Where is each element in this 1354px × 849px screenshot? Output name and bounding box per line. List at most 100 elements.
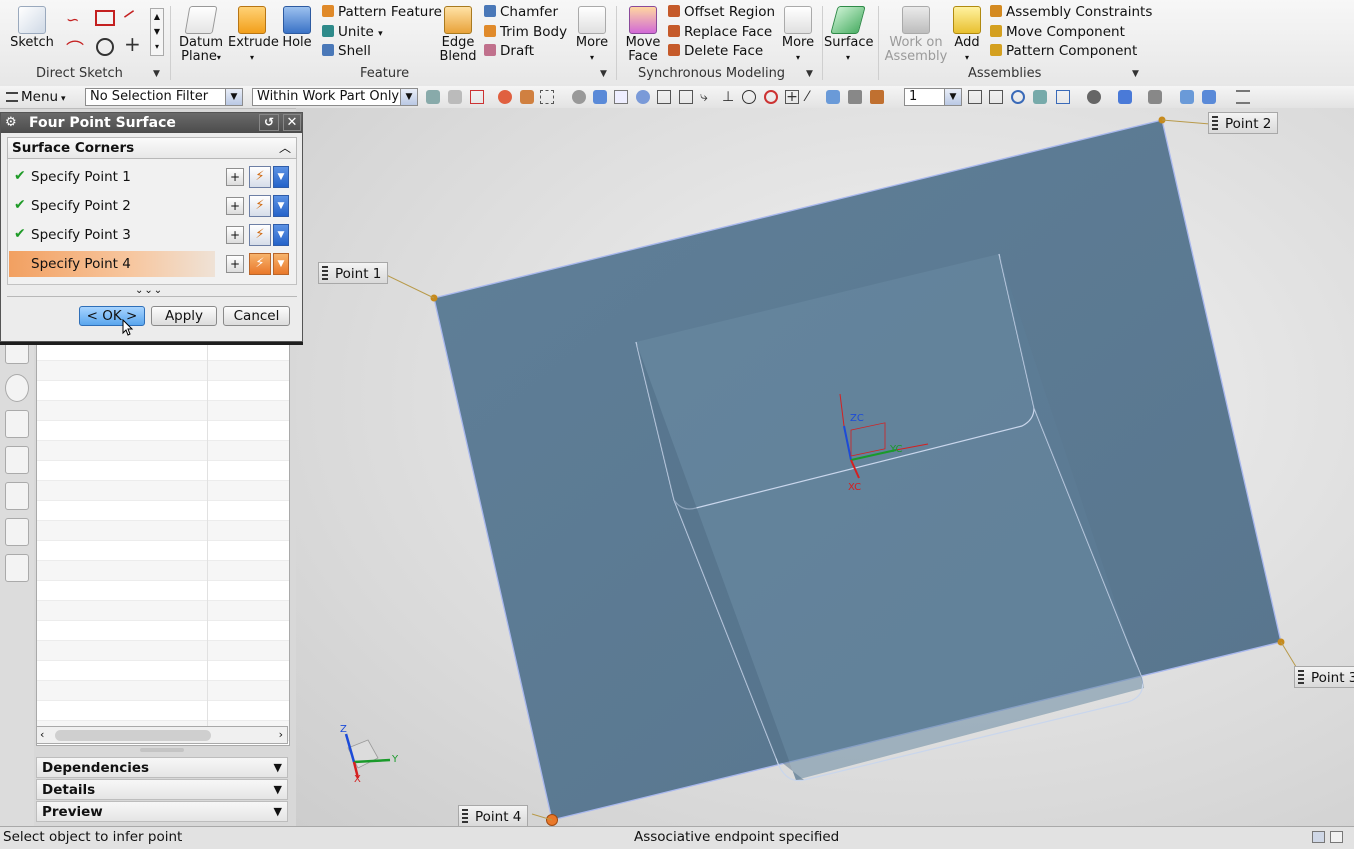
add-component-button[interactable]: Add ▾ bbox=[950, 6, 984, 65]
sketch-button[interactable]: Sketch bbox=[8, 6, 56, 50]
point-dialog-icon[interactable]: + bbox=[226, 168, 244, 186]
scroll-thumb[interactable] bbox=[55, 730, 211, 741]
arc-icon[interactable]: ⌒ bbox=[66, 36, 84, 62]
snap-settings-icon[interactable] bbox=[636, 90, 650, 104]
show-more-icon[interactable]: ⌄⌄⌄ bbox=[135, 285, 163, 296]
render-style-icon[interactable] bbox=[1087, 90, 1101, 104]
system-materials-icon[interactable] bbox=[5, 554, 29, 582]
move-face-button[interactable]: Move Face bbox=[622, 6, 664, 64]
group-menu-assemblies-icon[interactable]: ▼ bbox=[1132, 70, 1140, 79]
assembly-constraints-button[interactable]: Assembly Constraints bbox=[990, 4, 1152, 20]
zoom-icon[interactable] bbox=[989, 90, 1003, 104]
collapse-icon[interactable]: ︿ bbox=[279, 138, 291, 158]
trim-body-button[interactable]: Trim Body bbox=[484, 24, 567, 40]
specify-point-2-row[interactable]: ✔ Specify Point 2 + ⚡ ▼ bbox=[9, 193, 295, 219]
fit-icon[interactable] bbox=[968, 90, 982, 104]
work-on-assembly-button[interactable]: Work on Assembly bbox=[884, 6, 948, 64]
scroll-right-icon[interactable]: › bbox=[279, 728, 283, 741]
point-1-label[interactable]: Point 1 bbox=[318, 262, 389, 284]
selection-filter-select[interactable]: No Selection Filter ▼ bbox=[85, 88, 243, 106]
specify-point-4-row[interactable]: ✔ Specify Point 4 + ⚡ ▼ bbox=[9, 251, 295, 277]
chevron-down-icon[interactable]: ▼ bbox=[274, 802, 282, 822]
shaded-edges-icon[interactable] bbox=[1118, 90, 1132, 104]
dependencies-section[interactable]: Dependencies ▼ bbox=[36, 757, 288, 778]
deselect-all-icon[interactable] bbox=[572, 90, 586, 104]
dialog-title-bar[interactable]: ⚙ Four Point Surface ↺ ✕ bbox=[1, 113, 302, 133]
hd3d-tools-icon[interactable] bbox=[5, 482, 29, 510]
navigator-horizontal-scrollbar[interactable]: ‹ › bbox=[36, 726, 288, 744]
chevron-down-icon[interactable]: ▼ bbox=[273, 253, 289, 275]
chevron-down-icon[interactable]: ▼ bbox=[225, 89, 242, 105]
ok-button[interactable]: < OK > bbox=[79, 306, 145, 326]
replace-face-button[interactable]: Replace Face bbox=[668, 24, 772, 40]
inferred-point-icon[interactable]: ⚡ bbox=[249, 253, 271, 275]
work-layer-select[interactable]: 1 ▼ bbox=[904, 88, 962, 106]
rotate-icon[interactable] bbox=[1011, 90, 1025, 104]
scroll-left-icon[interactable]: ‹ bbox=[40, 728, 44, 741]
specify-point-3-row[interactable]: ✔ Specify Point 3 + ⚡ ▼ bbox=[9, 222, 295, 248]
datum-plane-button[interactable]: Datum Plane▾ bbox=[176, 6, 226, 65]
roles-icon[interactable] bbox=[5, 518, 29, 546]
hole-button[interactable]: Hole bbox=[280, 6, 314, 50]
surface-button[interactable]: Surface ▾ bbox=[824, 6, 874, 65]
bounded-grid-icon[interactable] bbox=[848, 90, 862, 104]
chamfer-button[interactable]: Chamfer bbox=[484, 4, 558, 20]
select-body-solid-icon[interactable] bbox=[593, 90, 607, 104]
circle-icon[interactable] bbox=[96, 38, 114, 56]
history-icon[interactable] bbox=[5, 374, 29, 402]
edge-blend-button[interactable]: Edge Blend bbox=[436, 6, 480, 64]
cancel-button[interactable]: Cancel bbox=[223, 306, 290, 326]
graphics-window[interactable]: ZC YC XC Z Y X Point 1 Point 2 Point 3 P… bbox=[296, 108, 1354, 826]
tangent-snap-icon[interactable]: ⤷ bbox=[700, 90, 714, 104]
point-on-surface-icon[interactable] bbox=[826, 90, 840, 104]
chevron-down-icon[interactable]: ▼ bbox=[944, 89, 961, 105]
general-selection-icon[interactable] bbox=[470, 90, 484, 104]
reset-icon[interactable]: ↺ bbox=[259, 114, 279, 131]
select-icon[interactable] bbox=[498, 90, 512, 104]
pan-icon[interactable] bbox=[1033, 90, 1047, 104]
select-feature-icon[interactable] bbox=[426, 90, 440, 104]
inferred-point-icon[interactable]: ⚡ bbox=[249, 166, 271, 188]
gallery-scroll-icon[interactable]: ▲ ▼ ▾ bbox=[150, 8, 164, 56]
preview-section[interactable]: Preview ▼ bbox=[36, 801, 288, 822]
reuse-library-icon[interactable] bbox=[5, 446, 29, 474]
delete-face-button[interactable]: Delete Face bbox=[668, 43, 763, 59]
assembly-navigator-icon[interactable] bbox=[5, 410, 29, 438]
group-menu-synchronous-icon[interactable]: ▼ bbox=[806, 70, 814, 79]
full-screen-icon[interactable] bbox=[1312, 831, 1325, 843]
point-2-label[interactable]: Point 2 bbox=[1208, 112, 1279, 134]
spline-icon[interactable]: ∽ bbox=[66, 10, 79, 29]
chevron-down-icon[interactable]: ▼ bbox=[273, 224, 289, 246]
extrude-button[interactable]: Extrude ▾ bbox=[228, 6, 279, 65]
snap-toggle-icon[interactable] bbox=[614, 90, 628, 104]
background-icon[interactable] bbox=[1148, 90, 1162, 104]
draft-button[interactable]: Draft bbox=[484, 43, 534, 59]
inferred-point-icon[interactable]: ⚡ bbox=[249, 224, 271, 246]
point-on-curve-icon[interactable]: ⁄ bbox=[806, 90, 820, 104]
endpoint-snap-icon[interactable] bbox=[657, 90, 671, 104]
select-body-icon[interactable] bbox=[448, 90, 462, 104]
section-view-icon[interactable] bbox=[1202, 90, 1216, 104]
feature-more-button[interactable]: More ▾ bbox=[574, 6, 610, 65]
chevron-down-icon[interactable]: ▼ bbox=[273, 166, 289, 188]
details-section[interactable]: Details ▼ bbox=[36, 779, 288, 800]
group-menu-feature-icon[interactable]: ▼ bbox=[600, 70, 608, 79]
inferred-point-icon[interactable]: ⚡ bbox=[249, 195, 271, 217]
splitter-handle[interactable] bbox=[140, 748, 184, 752]
center-snap-icon[interactable] bbox=[742, 90, 756, 104]
chevron-down-icon[interactable]: ▼ bbox=[400, 89, 417, 105]
apply-button[interactable]: Apply bbox=[151, 306, 217, 326]
unite-button[interactable]: Unite ▾ bbox=[322, 24, 383, 40]
restore-window-icon[interactable] bbox=[1330, 831, 1343, 843]
quadrant-snap-icon[interactable] bbox=[764, 90, 778, 104]
point-4-label[interactable]: Point 4 bbox=[458, 805, 529, 826]
bounded-point-icon[interactable] bbox=[870, 90, 884, 104]
point-dialog-icon[interactable]: + bbox=[226, 197, 244, 215]
menu-button[interactable]: Menu ▾ bbox=[6, 89, 65, 105]
rectangle-icon[interactable] bbox=[95, 10, 115, 26]
toolbar-options-icon[interactable] bbox=[1236, 90, 1250, 104]
point-3-label[interactable]: Point 3 bbox=[1294, 666, 1354, 688]
orient-view-icon[interactable] bbox=[1056, 90, 1070, 104]
line-icon[interactable]: ─ bbox=[119, 3, 140, 26]
existing-point-snap-icon[interactable]: + bbox=[785, 90, 799, 104]
